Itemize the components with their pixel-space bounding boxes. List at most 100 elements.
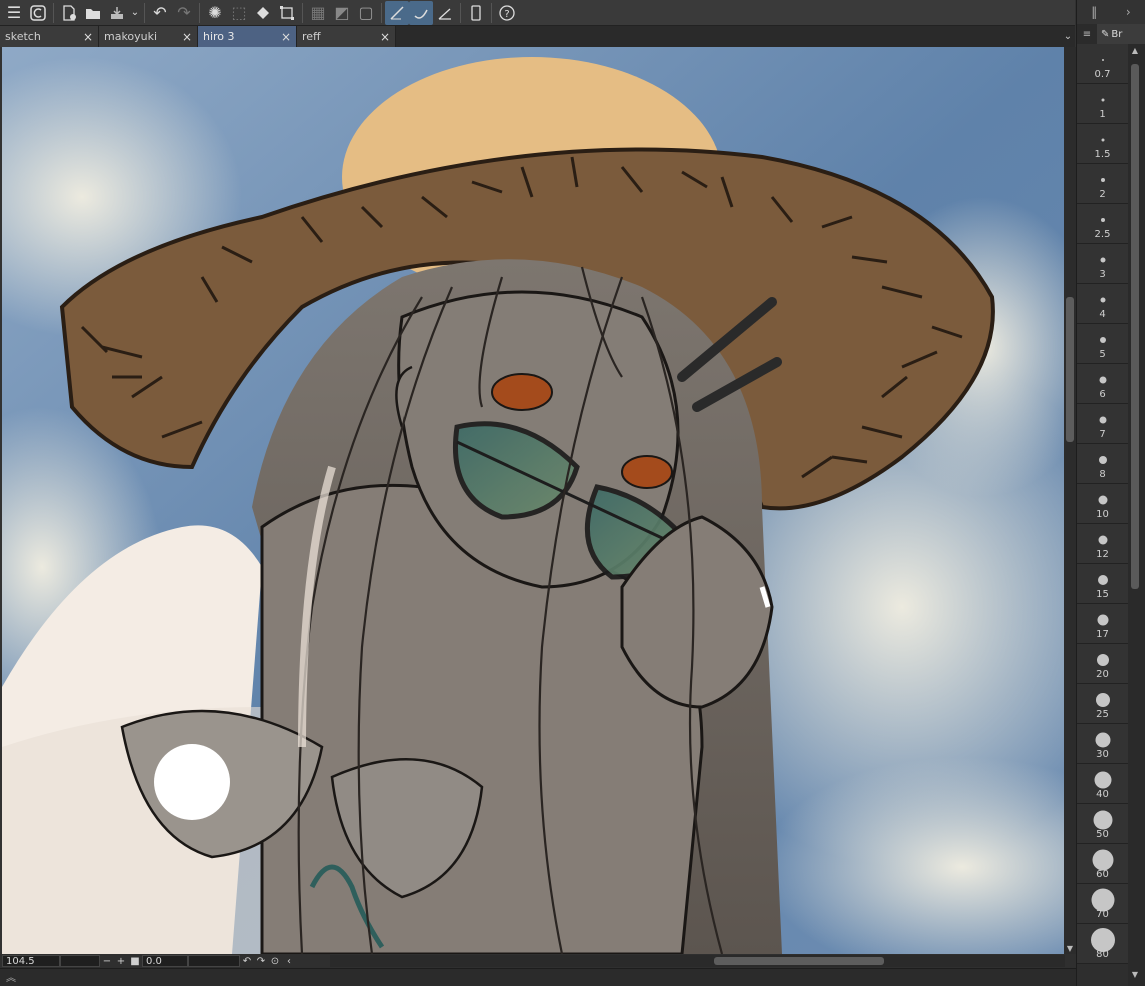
tab-hiro-3[interactable]: hiro 3 × <box>198 26 297 47</box>
close-icon[interactable]: × <box>83 30 93 44</box>
brush-preview-dot <box>1100 297 1105 303</box>
menu-icon[interactable]: ☰ <box>2 1 26 25</box>
brush-size-item[interactable]: 20 <box>1077 644 1128 684</box>
brush-size-label: 15 <box>1096 589 1109 600</box>
brush-preview-dot <box>1099 416 1106 424</box>
scrollbar-thumb[interactable] <box>714 957 884 965</box>
selection-icon[interactable]: ⬚ <box>227 1 251 25</box>
brush-size-item[interactable]: 12 <box>1077 524 1128 564</box>
brush-size-item[interactable]: 7 <box>1077 404 1128 444</box>
open-folder-icon[interactable] <box>81 1 105 25</box>
brush-size-label: 8 <box>1099 469 1106 480</box>
gradient-icon[interactable]: ◩ <box>330 1 354 25</box>
frame-icon[interactable]: ▢ <box>354 1 378 25</box>
tab-label: reff <box>302 30 321 43</box>
brush-size-item[interactable]: 4 <box>1077 284 1128 324</box>
brush-size-label: 6 <box>1099 389 1106 400</box>
perspective-icon[interactable] <box>433 1 457 25</box>
clip-logo-icon[interactable] <box>26 1 50 25</box>
reset-rotation-icon[interactable]: ⊙ <box>268 956 282 967</box>
brush-size-item[interactable]: 15 <box>1077 564 1128 604</box>
zoom-in-icon[interactable]: + <box>114 956 128 967</box>
brush-preview-dot <box>1098 495 1107 505</box>
save-icon[interactable] <box>105 1 129 25</box>
brush-size-label: 7 <box>1099 429 1106 440</box>
redo-icon[interactable]: ↷ <box>172 1 196 25</box>
brush-size-item[interactable]: 60 <box>1077 844 1128 884</box>
brush-list-scrollbar[interactable]: ▲ ▼ <box>1128 44 1145 986</box>
brush-size-item[interactable]: 10 <box>1077 484 1128 524</box>
tab-label: hiro 3 <box>203 30 235 43</box>
zoom-slider[interactable] <box>60 955 100 967</box>
brush-preview-dot <box>1099 376 1106 384</box>
brush-size-panel-tab[interactable]: ≡ ✎ Br <box>1076 24 1145 44</box>
angle-field[interactable]: 0.0 <box>142 955 188 967</box>
chevron-up-icon[interactable]: ▲ <box>1128 46 1142 60</box>
scrollbar-thumb[interactable] <box>1131 64 1139 589</box>
brush-size-item[interactable]: 25 <box>1077 684 1128 724</box>
grid-icon[interactable]: ▦ <box>306 1 330 25</box>
brush-size-item[interactable]: 8 <box>1077 444 1128 484</box>
brush-size-label: 12 <box>1096 549 1109 560</box>
scrollbar-thumb[interactable] <box>1066 297 1074 442</box>
brush-preview-dot <box>1100 218 1105 222</box>
dropdown-icon[interactable]: ⌄ <box>129 1 141 25</box>
brush-size-item[interactable]: 80 <box>1077 924 1128 964</box>
device-icon[interactable] <box>464 1 488 25</box>
zoom-field[interactable]: 104.5 <box>2 955 60 967</box>
brush-size-item[interactable]: 70 <box>1077 884 1128 924</box>
brush-size-item[interactable]: 5 <box>1077 324 1128 364</box>
fit-icon[interactable]: ■ <box>128 956 142 967</box>
brush-size-item[interactable]: 2 <box>1077 164 1128 204</box>
toolbar-divider <box>53 2 54 23</box>
transform-icon[interactable] <box>275 1 299 25</box>
chevron-down-icon[interactable]: ▼ <box>1064 942 1076 954</box>
panel-header: ‖ › <box>1076 0 1145 24</box>
brush-size-item[interactable]: 30 <box>1077 724 1128 764</box>
rotate-right-icon[interactable]: ↷ <box>254 956 268 967</box>
chevron-up-icon[interactable]: ︽ <box>6 973 16 984</box>
drawing-canvas[interactable] <box>2 47 1064 954</box>
brush-size-item[interactable]: 1.5 <box>1077 124 1128 164</box>
horizontal-scrollbar[interactable] <box>330 955 1065 967</box>
help-icon[interactable]: ? <box>495 1 519 25</box>
new-file-icon[interactable] <box>57 1 81 25</box>
brush-size-label: 50 <box>1096 829 1109 840</box>
curve-ruler-icon[interactable] <box>409 0 433 25</box>
tab-makoyuki[interactable]: makoyuki × <box>99 26 198 47</box>
chevron-down-icon[interactable]: ⌄ <box>1061 26 1075 47</box>
toolbar-divider <box>460 2 461 23</box>
loading-icon[interactable]: ✺ <box>203 1 227 25</box>
tab-reff[interactable]: reff × <box>297 26 396 47</box>
angle-slider[interactable] <box>188 955 240 967</box>
menu-icon[interactable]: ≡ <box>1077 29 1097 40</box>
tab-sketch[interactable]: sketch × <box>0 26 99 47</box>
brush-size-label: 1.5 <box>1094 149 1111 160</box>
brush-preview-dot <box>1095 732 1110 748</box>
brush-size-label: 1 <box>1099 109 1106 120</box>
brush-size-label: 10 <box>1096 509 1109 520</box>
zoom-out-icon[interactable]: − <box>100 956 114 967</box>
brush-size-item[interactable]: 6 <box>1077 364 1128 404</box>
brush-size-item[interactable]: 3 <box>1077 244 1128 284</box>
close-icon[interactable]: × <box>281 30 291 44</box>
brush-size-item[interactable]: 50 <box>1077 804 1128 844</box>
brush-size-item[interactable]: 40 <box>1077 764 1128 804</box>
brush-size-label: 0.7 <box>1094 69 1111 80</box>
document-tabbar: sketch × makoyuki × hiro 3 × reff × ⌄ <box>0 26 1075 47</box>
close-icon[interactable]: × <box>380 30 390 44</box>
chevron-left-icon[interactable]: ‹ <box>282 956 296 967</box>
brush-size-item[interactable]: 1 <box>1077 84 1128 124</box>
brush-size-item[interactable]: 0.7 <box>1077 44 1128 84</box>
brush-size-item[interactable]: 2.5 <box>1077 204 1128 244</box>
brush-size-item[interactable]: 17 <box>1077 604 1128 644</box>
chevron-right-icon[interactable]: › <box>1126 5 1131 19</box>
fill-icon[interactable] <box>251 1 275 25</box>
rotate-left-icon[interactable]: ↶ <box>240 956 254 967</box>
chevron-down-icon[interactable]: ▼ <box>1128 970 1142 984</box>
close-icon[interactable]: × <box>182 30 192 44</box>
ruler-icon[interactable] <box>385 0 409 25</box>
vertical-scrollbar[interactable]: ▼ <box>1064 47 1076 954</box>
panel-grip-icon[interactable]: ‖ <box>1091 5 1097 19</box>
undo-icon[interactable]: ↶ <box>148 1 172 25</box>
